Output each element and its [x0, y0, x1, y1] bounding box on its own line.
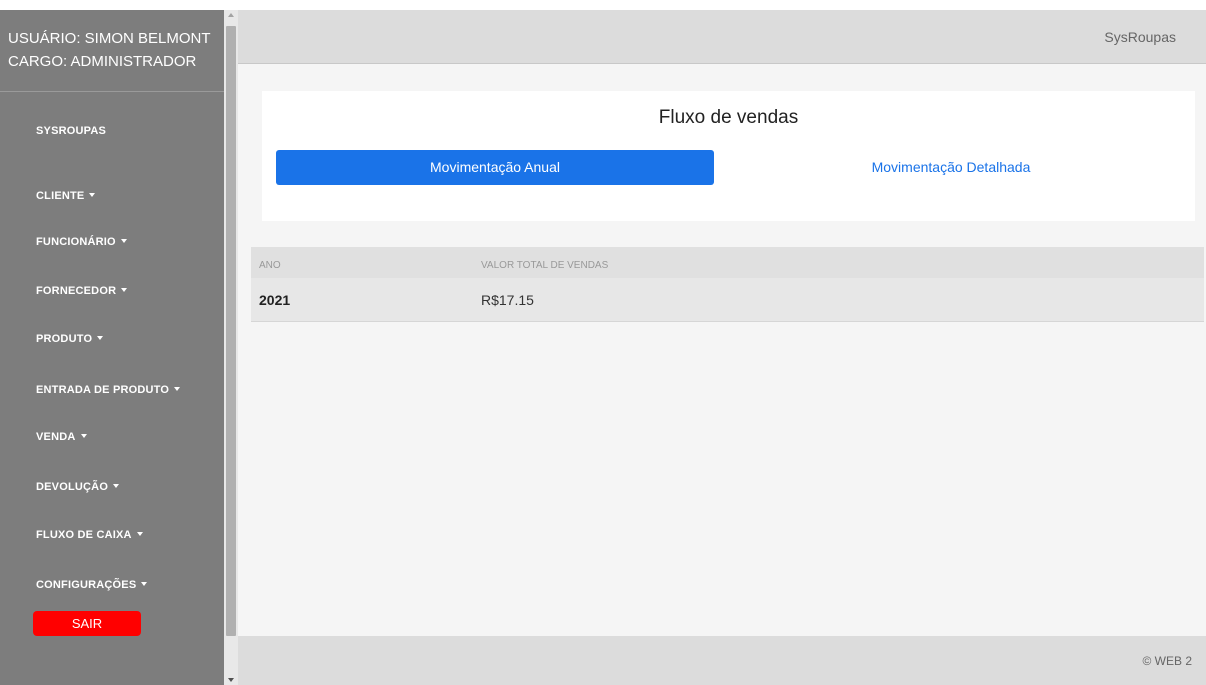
sidebar-item-entrada-de-produto[interactable]: ENTRADA DE PRODUTO — [36, 384, 181, 396]
footer: © WEB 2 — [238, 636, 1206, 685]
sidebar-item-label: FORNECEDOR — [36, 285, 117, 297]
scroll-down-icon[interactable] — [228, 678, 234, 682]
tab-detailed-movement[interactable]: Movimentação Detalhada — [732, 150, 1170, 185]
topbar-brand-link[interactable]: SysRoupas — [1104, 29, 1176, 45]
sidebar-scrollbar[interactable] — [224, 10, 238, 685]
sidebar-item-devolucao[interactable]: DEVOLUÇÃO — [36, 481, 120, 493]
caret-down-icon — [120, 239, 127, 243]
sales-table: ANO VALOR TOTAL DE VENDAS 2021 R$17.15 — [251, 247, 1204, 322]
column-header-year: ANO — [259, 260, 281, 271]
caret-down-icon — [97, 336, 104, 340]
sidebar-item-fornecedor[interactable]: FORNECEDOR — [36, 285, 128, 297]
caret-down-icon — [136, 532, 143, 536]
caret-down-icon — [121, 288, 128, 292]
sidebar-item-fluxo-de-caixa[interactable]: FLUXO DE CAIXA — [36, 529, 143, 541]
user-info: USUÁRIO: SIMON BELMONT CARGO: ADMINISTRA… — [0, 10, 224, 92]
sidebar-item-produto[interactable]: PRODUTO — [36, 333, 104, 345]
sidebar-item-label: CLIENTE — [36, 190, 85, 202]
sidebar-item-label: FLUXO DE CAIXA — [36, 529, 132, 541]
caret-down-icon — [141, 582, 148, 586]
footer-copyright: © WEB 2 — [1142, 654, 1192, 668]
main-content: SysRoupas Fluxo de vendas Movimentação A… — [238, 10, 1206, 685]
page-title: Fluxo de vendas — [658, 107, 799, 128]
sidebar-item-label: ENTRADA DE PRODUTO — [36, 384, 170, 396]
sidebar: USUÁRIO: SIMON BELMONT CARGO: ADMINISTRA… — [0, 10, 224, 685]
sidebar-item-configuracoes[interactable]: CONFIGURAÇÕES — [36, 579, 148, 591]
cell-total-sales: R$17.15 — [481, 292, 534, 308]
sidebar-item-label: VENDA — [36, 431, 76, 443]
sidebar-item-funcionario[interactable]: FUNCIONÁRIO — [36, 236, 127, 248]
scroll-up-icon[interactable] — [228, 13, 234, 17]
user-role: CARGO: ADMINISTRADOR — [8, 53, 197, 70]
caret-down-icon — [80, 434, 87, 438]
sidebar-item-label: FUNCIONÁRIO — [36, 236, 116, 248]
caret-down-icon — [89, 193, 96, 197]
tab-annual-movement[interactable]: Movimentação Anual — [276, 150, 714, 185]
sales-flow-card: Fluxo de vendas Movimentação Anual Movim… — [262, 91, 1195, 221]
sidebar-item-cliente[interactable]: CLIENTE — [36, 190, 96, 202]
column-header-total-sales: VALOR TOTAL DE VENDAS — [481, 260, 609, 271]
table-row: 2021 R$17.15 — [251, 278, 1204, 322]
sidebar-item-label: CONFIGURAÇÕES — [36, 579, 137, 591]
cell-year: 2021 — [259, 292, 291, 308]
table-header: ANO VALOR TOTAL DE VENDAS — [251, 247, 1204, 278]
user-name: USUÁRIO: SIMON BELMONT — [8, 30, 211, 47]
app: USUÁRIO: SIMON BELMONT CARGO: ADMINISTRA… — [0, 0, 1206, 685]
topbar: SysRoupas — [238, 10, 1206, 64]
sidebar-item-label: DEVOLUÇÃO — [36, 481, 109, 493]
scrollbar-thumb[interactable] — [226, 26, 236, 636]
sidebar-item-label: PRODUTO — [36, 333, 93, 345]
sidebar-brand-link[interactable]: SYSROUPAS — [36, 125, 106, 137]
sidebar-item-venda[interactable]: VENDA — [36, 431, 87, 443]
logout-button[interactable]: SAIR — [33, 611, 141, 636]
caret-down-icon — [113, 484, 120, 488]
caret-down-icon — [174, 387, 181, 391]
